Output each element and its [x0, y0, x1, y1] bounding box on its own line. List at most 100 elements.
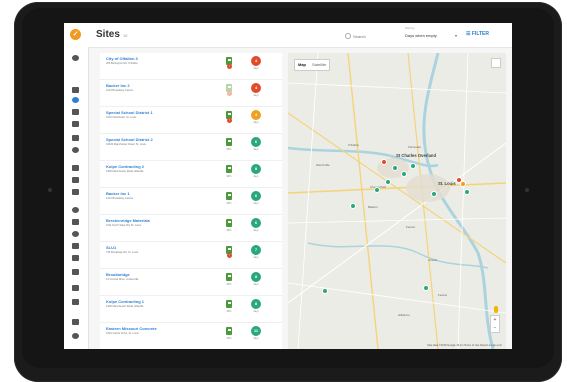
street-view-icon[interactable]	[494, 306, 498, 313]
building-icon[interactable]	[72, 255, 79, 261]
map-marker[interactable]	[385, 179, 391, 185]
site-name-link[interactable]: Brookbridge	[106, 272, 130, 277]
map-toggle-satellite[interactable]: Satellite	[309, 60, 329, 70]
map-roads	[288, 53, 506, 349]
site-name-link[interactable]: Kolpe Contracting 2	[106, 164, 144, 169]
map-view[interactable]: Map Satellite St Charles Overland St. Lou…	[288, 53, 506, 349]
sort-select[interactable]: Days when empty	[405, 33, 437, 38]
site-address: 1212 Broadway, Festus	[106, 197, 134, 200]
site-row[interactable]: SLU1 734 Broadway Rd, St. Louis! 7 days	[100, 242, 282, 269]
site-row[interactable]: Backer Inc 1 1212 Broadway, Festus 90% 6 day…	[100, 188, 282, 215]
calendar-list-icon[interactable]	[72, 177, 79, 183]
map-marker[interactable]	[350, 203, 356, 209]
top-bar: Sites 16 Sort by Days when empty ▾ ☰ FIL…	[88, 23, 512, 48]
site-name-link[interactable]: Backer Inc 2	[106, 83, 130, 88]
search-input[interactable]	[353, 32, 393, 40]
location-pin-icon[interactable]	[72, 97, 79, 103]
document-icon[interactable]	[72, 135, 79, 141]
map-marker[interactable]	[464, 189, 470, 195]
logo-icon[interactable]: ✓	[70, 29, 81, 40]
site-count: 16	[123, 33, 128, 38]
site-name-link[interactable]: Eastern Missouri Concrete	[106, 326, 157, 331]
sensor-icon	[525, 188, 529, 192]
days-badge: 8	[251, 272, 261, 282]
site-name-link[interactable]: Kolpe Contracting 1	[106, 299, 144, 304]
site-name-link[interactable]: City of Olfallon 3	[106, 56, 138, 61]
town-label: Hillsboro	[398, 313, 410, 317]
map-marker[interactable]	[423, 285, 429, 291]
zoom-control[interactable]: + −	[490, 315, 500, 333]
site-row[interactable]: Kolpe Contracting 1 1900 Manchester Road,…	[100, 296, 282, 323]
site-row[interactable]: City of Olfallon 3 265 Burlington Rd, O'F…	[100, 53, 282, 80]
days-badge: 4	[251, 56, 261, 66]
layers-icon[interactable]	[72, 269, 79, 275]
site-name-link[interactable]: Breckenridge Materials	[106, 218, 150, 223]
people-icon[interactable]	[72, 319, 79, 325]
site-name-link[interactable]: Special School District 1	[106, 110, 153, 115]
filter-button[interactable]: ☰ FILTER	[466, 31, 489, 37]
site-address: 10400 Manchester Road, St. Louis	[106, 143, 146, 146]
zoom-out-button[interactable]: −	[491, 324, 499, 332]
days-badge: 6	[251, 191, 261, 201]
stack-icon[interactable]	[72, 243, 79, 249]
site-address: 12 Central Drive, Lindenville	[106, 278, 139, 281]
bar-chart-icon[interactable]	[72, 87, 79, 93]
filter-label: FILTER	[471, 31, 490, 37]
map-marker[interactable]	[460, 181, 466, 187]
days-badge: 7	[251, 245, 261, 255]
search-icon[interactable]	[345, 33, 351, 39]
fullscreen-icon[interactable]	[491, 58, 501, 68]
help-icon[interactable]	[72, 231, 79, 237]
zoom-in-button[interactable]: +	[491, 316, 499, 324]
town-label: O'Fallon	[348, 143, 360, 147]
alert-circle-icon[interactable]	[72, 147, 79, 153]
map-marker[interactable]	[401, 171, 407, 177]
device-icon	[226, 327, 232, 335]
device-fill-label: 90%	[226, 175, 232, 178]
calendar-month-icon[interactable]	[72, 299, 79, 305]
calendar-icon[interactable]	[72, 165, 79, 171]
site-row[interactable]: Brookbridge 12 Central Drive, Lindenville…	[100, 269, 282, 296]
town-label: Festus	[438, 293, 448, 297]
device-icon	[226, 273, 232, 281]
chevron-down-icon[interactable]: ▾	[455, 33, 457, 38]
alert-icon: !	[227, 91, 232, 96]
site-address: 1010 Nola Road, St. Louis	[106, 116, 137, 119]
days-badge: 8	[251, 299, 261, 309]
device-fill-label: 90%	[226, 283, 232, 286]
site-row[interactable]: Kolpe Contracting 2 1900 Manchester Road,…	[100, 161, 282, 188]
user-icon[interactable]	[72, 55, 79, 61]
site-row[interactable]: Special School District 1 1010 Nola Road,…	[100, 107, 282, 134]
site-row[interactable]: Eastern Missouri Concrete 1010 Carrier Dr…	[100, 323, 282, 349]
map-marker[interactable]	[410, 163, 416, 169]
site-name-link[interactable]: Special School District 2	[106, 137, 153, 142]
city-label: St Charles Overland	[396, 153, 437, 158]
map-marker[interactable]	[322, 288, 328, 294]
map-type-toggle[interactable]: Map Satellite	[294, 59, 331, 71]
days-label: days	[253, 229, 259, 232]
trash-icon[interactable]	[72, 219, 79, 225]
site-name-link[interactable]: Backer Inc 1	[106, 191, 130, 196]
tablet-device: ✓ Sites 16 Sort b	[0, 0, 567, 382]
settings-icon[interactable]	[72, 333, 79, 339]
map-marker[interactable]	[392, 165, 398, 171]
page-title: Sites	[96, 29, 120, 40]
days-label: days	[253, 67, 259, 70]
map-marker[interactable]	[381, 159, 387, 165]
map-toggle-map[interactable]: Map	[295, 60, 309, 70]
town-label: Ballwin	[368, 205, 378, 209]
days-label: days	[253, 94, 259, 97]
site-row[interactable]: Breckenridge Materials 1011 North State R…	[100, 215, 282, 242]
device-icon	[226, 192, 232, 200]
site-row[interactable]: Special School District 2 10400 Mancheste…	[100, 134, 282, 161]
device-icon[interactable]	[72, 109, 79, 115]
map-marker[interactable]	[431, 191, 437, 197]
pin-icon[interactable]	[72, 207, 79, 213]
days-badge: 8	[251, 164, 261, 174]
site-row[interactable]: Backer Inc 2 1212 Broadway, Festus! 4 days	[100, 80, 282, 107]
calendar-check-icon[interactable]	[72, 189, 79, 195]
truck-icon[interactable]	[72, 285, 79, 291]
tablet-icon[interactable]	[72, 121, 79, 127]
site-name-link[interactable]: SLU1	[106, 245, 116, 250]
map-marker[interactable]	[374, 187, 380, 193]
